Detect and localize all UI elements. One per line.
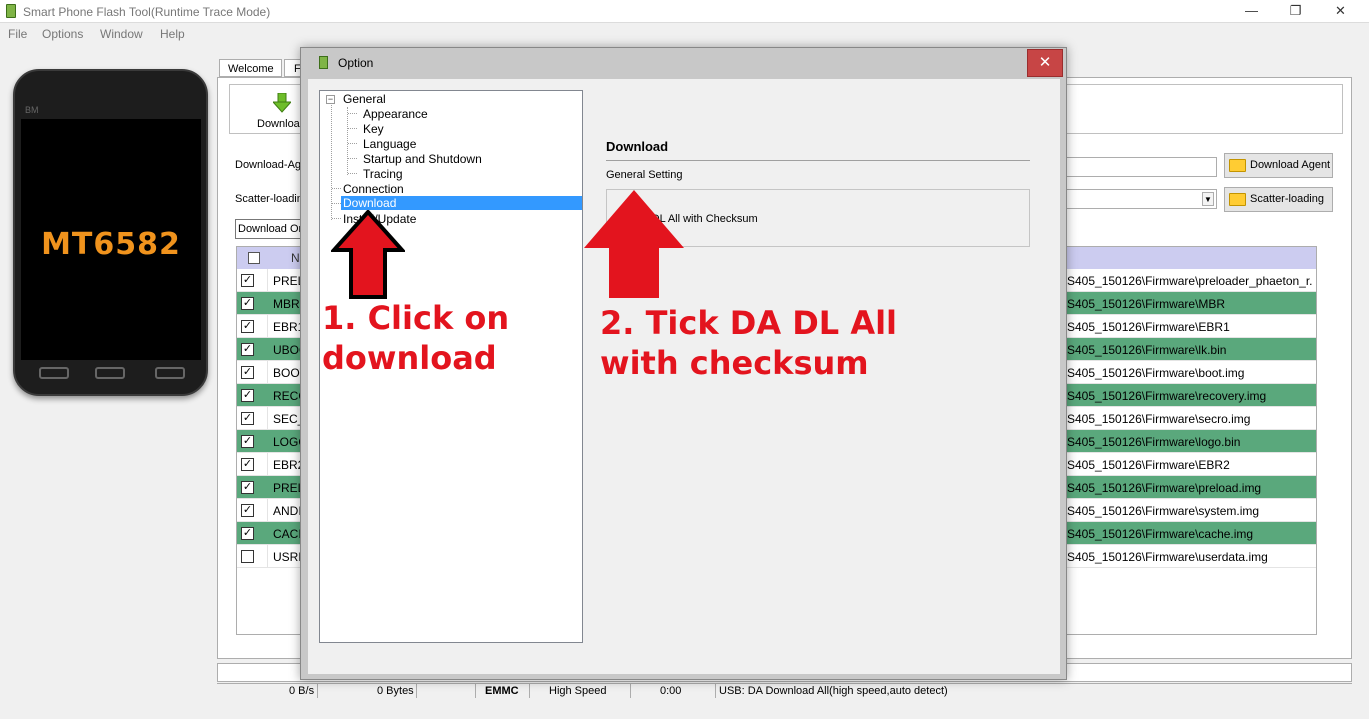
folder-icon xyxy=(1229,193,1246,206)
chevron-down-icon[interactable]: ▼ xyxy=(1202,192,1214,206)
row-location[interactable]: S405_150126\Firmware\MBR xyxy=(1067,297,1312,311)
annotation-step2-line2: with checksum xyxy=(600,344,869,382)
scatter-loading-button-label: Scatter-loading xyxy=(1250,193,1324,205)
menu-key-icon xyxy=(39,367,69,379)
dialog-close-button[interactable]: ✕ xyxy=(1027,49,1063,77)
tree-item-general[interactable]: General xyxy=(341,92,388,106)
up-arrow-icon xyxy=(331,210,405,299)
download-agent-button-label: Download Agent xyxy=(1250,159,1331,171)
status-storage: EMMC xyxy=(485,685,519,697)
download-mode-select[interactable]: Download On xyxy=(235,219,301,239)
tree-item-language[interactable]: Language xyxy=(361,137,418,151)
row-checkbox[interactable]: ✓ xyxy=(241,389,254,402)
row-location[interactable]: S405_150126\Firmware\EBR1 xyxy=(1067,320,1312,334)
download-agent-field[interactable] xyxy=(1064,157,1217,177)
status-usb-speed: High Speed xyxy=(549,685,607,697)
row-checkbox[interactable]: ✓ xyxy=(241,435,254,448)
restore-button[interactable]: ❐ xyxy=(1273,0,1318,22)
annotation-step1: 1. Click on download xyxy=(322,298,509,378)
annotation-step1-line1: 1. Click on xyxy=(322,299,510,337)
row-checkbox[interactable]: ✓ xyxy=(241,458,254,471)
row-checkbox[interactable]: ✓ xyxy=(241,481,254,494)
section-title: Download xyxy=(606,139,669,154)
row-checkbox[interactable]: ✓ xyxy=(241,366,254,379)
download-agent-label: Download-Ag xyxy=(235,159,302,171)
menu-window[interactable]: Window xyxy=(100,27,143,41)
row-checkbox[interactable]: ✓ xyxy=(241,274,254,287)
annotation-step2: 2. Tick DA DL All with checksum xyxy=(600,303,897,383)
back-key-icon xyxy=(155,367,185,379)
row-location[interactable]: S405_150126\Firmware\cache.img xyxy=(1067,527,1312,541)
scatter-loading-label: Scatter-loadin xyxy=(235,193,303,205)
dialog-title: Option xyxy=(338,56,374,70)
column-name-header[interactable]: N xyxy=(291,251,300,265)
menu-help[interactable]: Help xyxy=(160,27,185,41)
status-usb-info: USB: DA Download All(high speed,auto det… xyxy=(719,685,948,697)
row-location[interactable]: S405_150126\Firmware\system.img xyxy=(1067,504,1312,518)
phone-brand: BM xyxy=(25,105,39,115)
status-time: 0:00 xyxy=(660,685,682,697)
download-button-label[interactable]: Downloa xyxy=(257,118,300,130)
row-location[interactable]: S405_150126\Firmware\secro.img xyxy=(1067,412,1312,426)
status-bytes: 0 Bytes xyxy=(377,685,414,697)
row-checkbox[interactable] xyxy=(241,550,254,563)
tab-welcome[interactable]: Welcome xyxy=(219,59,282,77)
annotation-step2-line1: 2. Tick DA DL All xyxy=(600,304,898,342)
window-title: Smart Phone Flash Tool(Runtime Trace Mod… xyxy=(23,5,271,19)
row-location[interactable]: S405_150126\Firmware\preload.img xyxy=(1067,481,1312,495)
home-key-icon xyxy=(95,367,125,379)
status-bar: 0 B/s 0 Bytes EMMC High Speed 0:00 USB: … xyxy=(217,683,1352,698)
section-divider xyxy=(606,160,1030,161)
row-location[interactable]: S405_150126\Firmware\EBR2 xyxy=(1067,458,1312,472)
title-bar: Smart Phone Flash Tool(Runtime Trace Mod… xyxy=(0,0,1369,23)
tree-item-download[interactable]: Download xyxy=(341,196,582,210)
status-speed: 0 B/s xyxy=(289,685,315,697)
row-location[interactable]: S405_150126\Firmware\userdata.img xyxy=(1067,550,1312,564)
row-location[interactable]: S405_150126\Firmware\boot.img xyxy=(1067,366,1312,380)
phone-model: MT6582 xyxy=(41,227,181,262)
folder-icon xyxy=(1229,159,1246,172)
tree-item-appearance[interactable]: Appearance xyxy=(361,107,430,121)
row-checkbox[interactable]: ✓ xyxy=(241,527,254,540)
row-name: CACI xyxy=(273,527,302,541)
select-all-checkbox[interactable] xyxy=(248,252,260,264)
tree-item-tracing[interactable]: Tracing xyxy=(361,167,405,181)
menu-options[interactable]: Options xyxy=(42,27,83,41)
row-checkbox[interactable]: ✓ xyxy=(241,343,254,356)
row-name: MBR xyxy=(273,297,300,311)
app-icon xyxy=(319,56,328,69)
row-location[interactable]: S405_150126\Firmware\preloader_phaeton_r… xyxy=(1067,274,1312,288)
tree-item-key[interactable]: Key xyxy=(361,122,386,136)
row-checkbox[interactable]: ✓ xyxy=(241,320,254,333)
row-location[interactable]: S405_150126\Firmware\lk.bin xyxy=(1067,343,1312,357)
collapse-icon[interactable]: − xyxy=(326,95,335,104)
dialog-title-bar: Option ✕ xyxy=(301,48,1066,77)
scatter-loading-button[interactable]: Scatter-loading xyxy=(1224,187,1333,212)
scatter-file-combo[interactable]: ▼ xyxy=(1064,189,1217,209)
minimize-button[interactable]: — xyxy=(1229,0,1274,22)
app-icon xyxy=(6,4,16,18)
up-arrow-icon xyxy=(584,190,684,298)
row-location[interactable]: S405_150126\Firmware\recovery.img xyxy=(1067,389,1312,403)
download-arrow-icon[interactable] xyxy=(273,93,291,113)
close-window-button[interactable]: ✕ xyxy=(1318,0,1363,22)
phone-image: BM MT6582 xyxy=(13,69,208,396)
group-label: General Setting xyxy=(606,169,683,181)
menu-bar: File Options Window Help xyxy=(0,24,1369,44)
tree-item-startup-shutdown[interactable]: Startup and Shutdown xyxy=(361,152,484,166)
row-location[interactable]: S405_150126\Firmware\logo.bin xyxy=(1067,435,1312,449)
tree-item-connection[interactable]: Connection xyxy=(341,182,406,196)
row-checkbox[interactable]: ✓ xyxy=(241,297,254,310)
row-name: ANDI xyxy=(273,504,302,518)
row-checkbox[interactable]: ✓ xyxy=(241,412,254,425)
phone-screen: MT6582 xyxy=(21,119,201,360)
download-agent-button[interactable]: Download Agent xyxy=(1224,153,1333,178)
annotation-step1-line2: download xyxy=(322,339,497,377)
row-checkbox[interactable]: ✓ xyxy=(241,504,254,517)
menu-file[interactable]: File xyxy=(8,27,27,41)
